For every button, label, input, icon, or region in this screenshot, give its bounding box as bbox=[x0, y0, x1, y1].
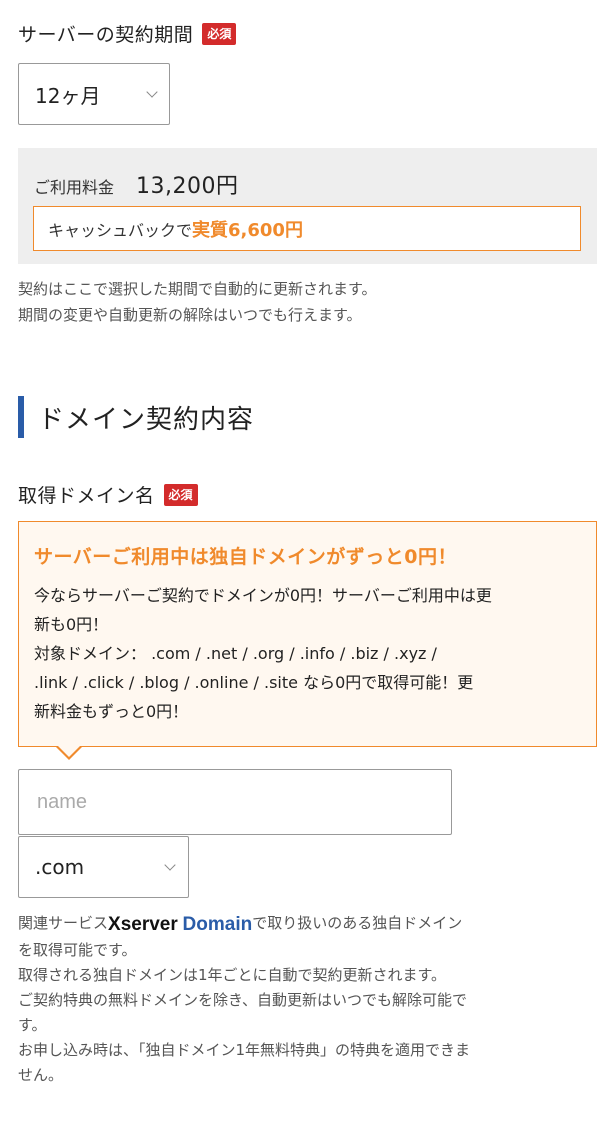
contract-period-label-row: サーバーの契約期間 必須 bbox=[18, 20, 237, 47]
promo-line: 新も0円！ bbox=[34, 615, 109, 634]
tld-select[interactable]: .com bbox=[18, 836, 189, 898]
contract-note-line: 契約はここで選択した期間で自動的に更新されます。 bbox=[18, 280, 377, 298]
info-line: ご契約特典の無料ドメインを除き、自動更新はいつでも解除可能で bbox=[18, 991, 467, 1009]
info-line: 取得される独自ドメインは1年ごとに自動で契約更新されます。 bbox=[18, 966, 447, 984]
cashback-highlight: 実質6,600円 bbox=[192, 219, 303, 241]
promo-line: 新料金もずっと0円！ bbox=[34, 702, 189, 721]
xserver-domain-logo[interactable]: Xserver Domain bbox=[108, 912, 252, 938]
domain-name-input[interactable] bbox=[18, 769, 452, 835]
required-badge: 必須 bbox=[202, 22, 237, 45]
info-line: せん。 bbox=[18, 1066, 64, 1084]
domain-name-label: 取得ドメイン名 bbox=[18, 485, 155, 507]
info-line: お申し込み時は、「独自ドメイン1年無料特典」の特典を適用できま bbox=[18, 1041, 471, 1059]
promo-line: 今ならサーバーご契約でドメインが0円！サーバーご利用中は更 bbox=[34, 586, 492, 605]
contract-note-line: 期間の変更や自動更新の解除はいつでも行えます。 bbox=[18, 306, 362, 324]
chevron-down-icon bbox=[164, 859, 176, 871]
contract-period-value: 12ヶ月 bbox=[35, 83, 101, 108]
domain-info: 関連サービスXserver Domainで取り扱いのある独自ドメイン を取得可能… bbox=[18, 911, 598, 1088]
contract-period-select[interactable]: 12ヶ月 bbox=[18, 63, 170, 125]
info-suffix: で取り扱いのある独自ドメイン bbox=[252, 914, 463, 932]
tld-value: .com bbox=[35, 855, 85, 879]
promo-title: サーバーご利用中は独自ドメインがずっと0円！ bbox=[34, 546, 458, 568]
cashback-box: キャッシュバックで 実質6,600円 bbox=[33, 206, 581, 251]
price-box: ご利用料金 13,200円 キャッシュバックで 実質6,600円 bbox=[18, 148, 597, 264]
promo-line: .link / .click / .blog / .online / .site… bbox=[34, 673, 474, 692]
price-row: ご利用料金 13,200円 bbox=[34, 168, 239, 200]
cashback-prefix: キャッシュバックで bbox=[48, 220, 193, 240]
info-line: 関連サービスXserver Domainで取り扱いのある独自ドメイン bbox=[18, 911, 598, 938]
contract-note: 契約はここで選択した期間で自動的に更新されます。 期間の変更や自動更新の解除はい… bbox=[18, 276, 377, 328]
info-line: す。 bbox=[18, 1016, 47, 1034]
section-heading-text: ドメイン契約内容 bbox=[38, 404, 255, 435]
price-label: ご利用料金 bbox=[34, 178, 115, 197]
info-prefix: 関連サービス bbox=[18, 914, 109, 932]
domain-logo-text: Domain bbox=[182, 914, 253, 935]
promo-pointer-fill bbox=[57, 745, 81, 757]
section-heading-bar bbox=[18, 396, 24, 438]
price-value: 13,200円 bbox=[136, 174, 239, 199]
promo-line: 対象ドメイン： .com / .net / .org / .info / .bi… bbox=[34, 644, 437, 663]
contract-period-label: サーバーの契約期間 bbox=[18, 24, 194, 46]
info-line: を取得可能です。 bbox=[18, 941, 137, 959]
domain-name-label-row: 取得ドメイン名 必須 bbox=[18, 481, 198, 508]
required-badge: 必須 bbox=[163, 483, 198, 506]
promo-body: 今ならサーバーご契約でドメインが0円！サーバーご利用中は更 新も0円！ 対象ドメ… bbox=[34, 581, 581, 726]
xserver-logo-text: Xserver bbox=[108, 914, 178, 935]
chevron-down-icon bbox=[146, 86, 158, 98]
section-heading: ドメイン契約内容 bbox=[18, 396, 254, 438]
free-domain-promo: サーバーご利用中は独自ドメインがずっと0円！ 今ならサーバーご契約でドメインが0… bbox=[18, 521, 597, 760]
